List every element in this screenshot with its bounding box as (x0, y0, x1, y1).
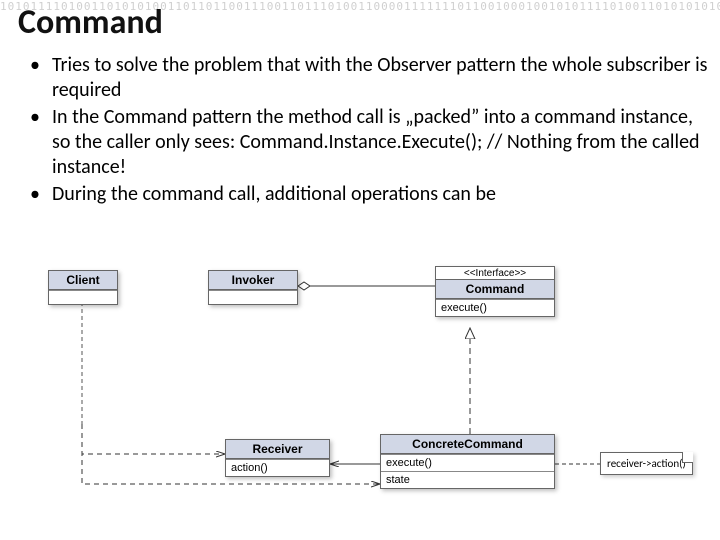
bullet-text: In the Command pattern the method call i… (52, 105, 708, 180)
uml-diagram: Client Invoker <<Interface>> Command exe… (0, 264, 720, 540)
uml-attribute: state (381, 471, 554, 488)
uml-invoker: Invoker (208, 270, 298, 305)
uml-concrete-command: ConcreteCommand execute() state (380, 434, 555, 489)
uml-note-text: receiver->action() (607, 457, 686, 470)
uml-class-name: Invoker (209, 271, 297, 290)
uml-class-name: Command (436, 279, 554, 299)
bullet-item: •During the command call, additional ope… (30, 182, 708, 207)
uml-connectors (0, 264, 720, 540)
uml-empty-section (209, 290, 297, 304)
uml-operation: execute() (436, 299, 554, 316)
uml-operation: action() (226, 459, 329, 476)
bullet-text: During the command call, additional oper… (52, 182, 496, 207)
bullet-item: •Tries to solve the problem that with th… (30, 53, 708, 103)
uml-class-name: ConcreteCommand (381, 435, 554, 454)
bullet-list: •Tries to solve the problem that with th… (18, 45, 708, 207)
uml-class-name: Receiver (226, 440, 329, 459)
uml-empty-section (49, 290, 117, 304)
bullet-text: Tries to solve the problem that with the… (52, 53, 708, 103)
uml-stereotype: <<Interface>> (436, 267, 554, 279)
uml-client: Client (48, 270, 118, 305)
uml-note: receiver->action() (600, 452, 693, 475)
bullet-item: •In the Command pattern the method call … (30, 105, 708, 180)
uml-operation: execute() (381, 454, 554, 471)
uml-class-name: Client (49, 271, 117, 290)
uml-command: <<Interface>> Command execute() (435, 266, 555, 317)
slide-title: Command (18, 0, 708, 45)
uml-receiver: Receiver action() (225, 439, 330, 477)
